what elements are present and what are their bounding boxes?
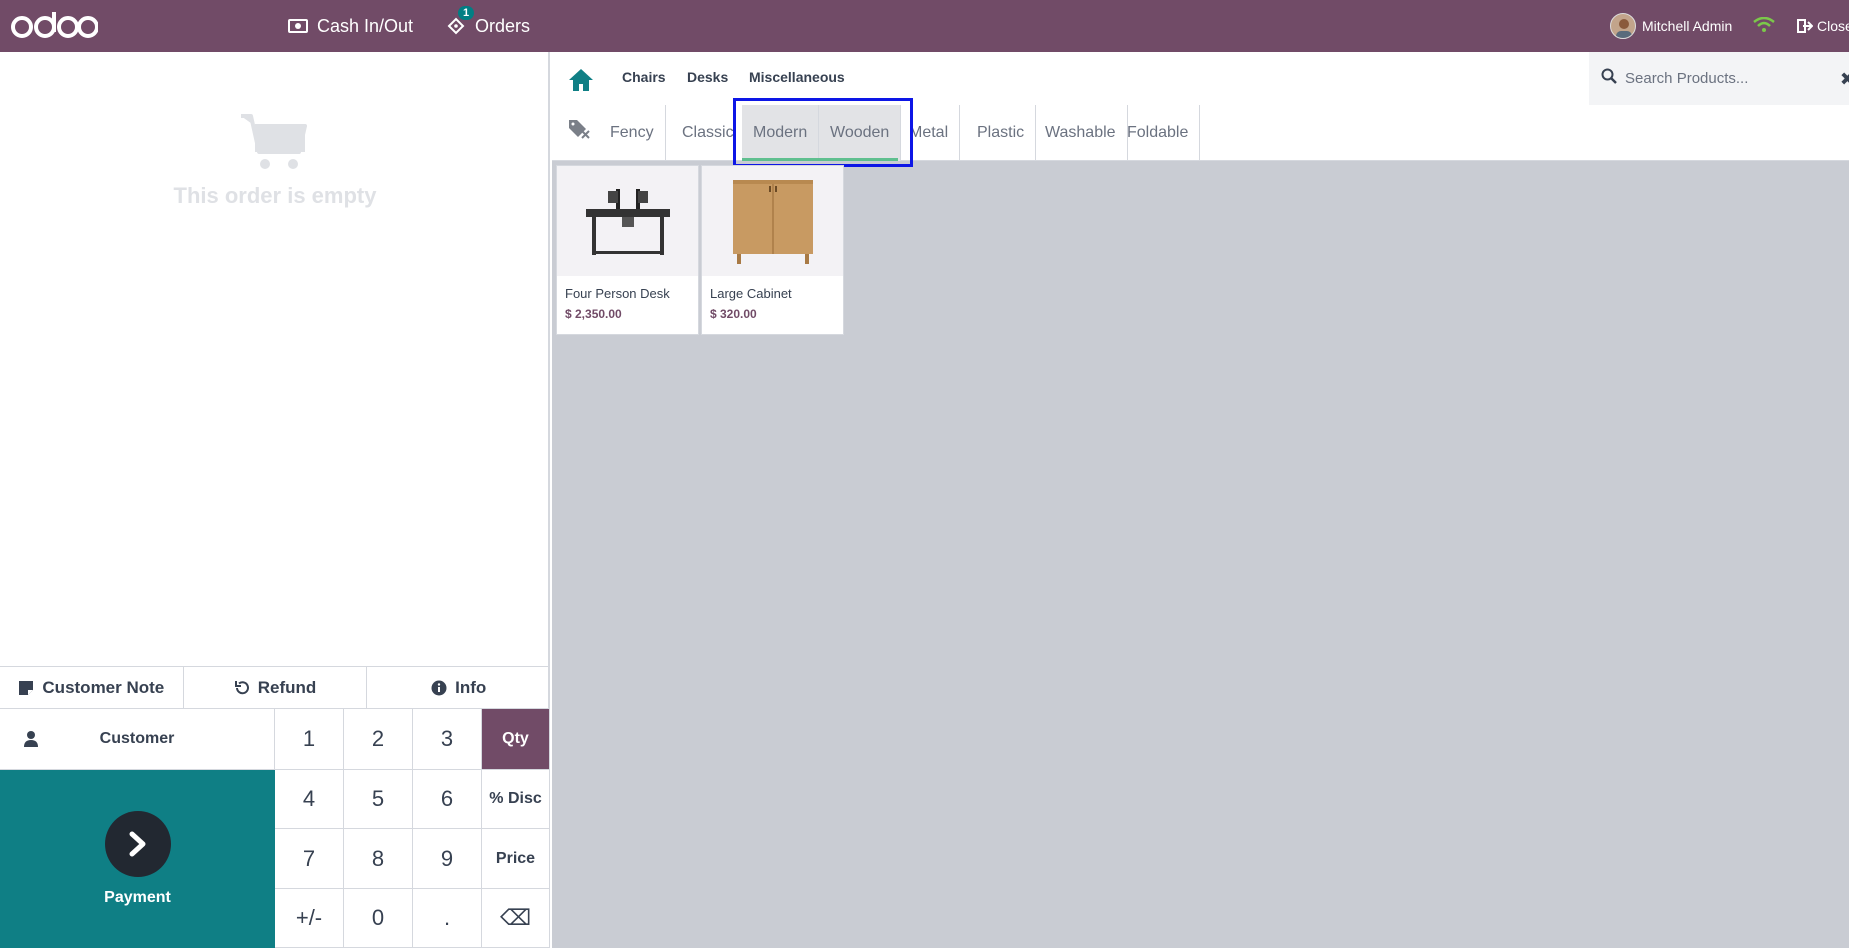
user-name: Mitchell Admin [1642,18,1733,34]
product-name: Large Cabinet [710,286,792,301]
cart-icon [239,114,311,176]
search-icon [1601,68,1617,89]
undo-icon [234,680,250,696]
numpad: 1 2 3 Qty 4 5 6 % Disc 7 8 9 Price +/- 0… [275,709,550,948]
connection-status[interactable] [1753,0,1775,52]
ticket-icon: 1 [446,6,475,36]
user-icon [24,731,38,752]
top-navbar: Cash In/Out 1 Orders Mitchell Admin Clos… [0,0,1849,52]
product-list: Four Person Desk $ 2,350.00 Large Cabine… [556,165,844,335]
numpad-mode-price[interactable]: Price [482,829,550,889]
customer-note-button[interactable]: Customer Note [0,667,184,708]
clear-tags-icon[interactable] [568,119,590,144]
numpad-key-7[interactable]: 7 [275,829,344,889]
cash-in-out-button[interactable]: Cash In/Out [288,0,413,52]
product-card[interactable]: Four Person Desk $ 2,350.00 [556,165,699,335]
numpad-key-1[interactable]: 1 [275,709,344,770]
wifi-icon [1753,16,1775,36]
customer-label: Customer [99,730,175,747]
numpad-key-plus-minus[interactable]: +/- [275,889,344,948]
category-desks[interactable]: Desks [687,69,728,85]
tag-washable[interactable]: Washable [1034,105,1128,161]
product-price: $ 2,350.00 [565,307,622,321]
numpad-key-8[interactable]: 8 [344,829,413,889]
payment-button[interactable]: Payment [0,770,275,948]
numpad-key-0[interactable]: 0 [344,889,413,948]
tag-fency[interactable]: Fency [599,105,666,161]
orders-label: Orders [475,15,531,36]
close-label: Close [1817,18,1849,34]
numpad-mode-discount[interactable]: % Disc [482,770,550,829]
user-menu[interactable]: Mitchell Admin [1610,0,1732,52]
empty-order-text: This order is empty [173,183,377,208]
numpad-key-decimal[interactable]: . [413,889,482,948]
sign-out-icon [1797,19,1813,33]
orders-button[interactable]: 1 Orders [446,0,530,52]
info-icon [431,680,447,696]
clear-search-icon[interactable]: ✖ [1840,69,1849,90]
info-label: Info [455,677,487,697]
products-pane: Chairs Desks Miscellaneous ✖ Fency Class… [552,52,1849,948]
product-price: $ 320.00 [710,307,757,321]
product-image-desk [557,166,698,276]
control-buttons: Customer Note Refund Info [0,666,550,709]
category-miscellaneous[interactable]: Miscellaneous [749,69,845,85]
user-avatar [1610,13,1636,39]
numpad-key-4[interactable]: 4 [275,770,344,829]
empty-order: This order is empty [0,112,550,209]
search-input[interactable] [1625,70,1825,87]
numpad-mode-qty[interactable]: Qty [482,709,550,770]
numpad-key-5[interactable]: 5 [344,770,413,829]
search-box: ✖ [1589,52,1849,105]
refund-label: Refund [257,677,317,697]
numpad-key-3[interactable]: 3 [413,709,482,770]
chevron-right-icon [104,811,171,877]
customer-button[interactable]: Customer [0,709,275,770]
order-pane: This order is empty Customer Note Refund… [0,52,550,948]
numpad-key-2[interactable]: 2 [344,709,413,770]
numpad-key-6[interactable]: 6 [413,770,482,829]
orders-badge: 1 [458,6,475,20]
tag-foldable[interactable]: Foldable [1116,105,1201,161]
money-icon [288,18,308,34]
note-icon [18,680,34,696]
product-card[interactable]: Large Cabinet $ 320.00 [701,165,844,335]
backspace-icon[interactable]: ⌫ [482,889,550,948]
product-image-cabinet [702,166,843,276]
odoo-logo[interactable] [10,10,99,45]
numpad-key-9[interactable]: 9 [413,829,482,889]
tag-plastic[interactable]: Plastic [966,105,1037,161]
customer-note-label: Customer Note [42,677,165,697]
payment-label: Payment [104,889,171,906]
cash-in-out-label: Cash In/Out [317,15,414,36]
category-bar: Chairs Desks Miscellaneous ✖ Fency Class… [552,52,1849,167]
product-name: Four Person Desk [565,286,670,301]
info-button[interactable]: Info [367,667,550,708]
close-session-button[interactable]: Close [1797,0,1849,52]
highlight-box [733,98,913,167]
category-chairs[interactable]: Chairs [622,69,666,85]
refund-button[interactable]: Refund [184,667,368,708]
home-icon[interactable] [568,68,594,97]
